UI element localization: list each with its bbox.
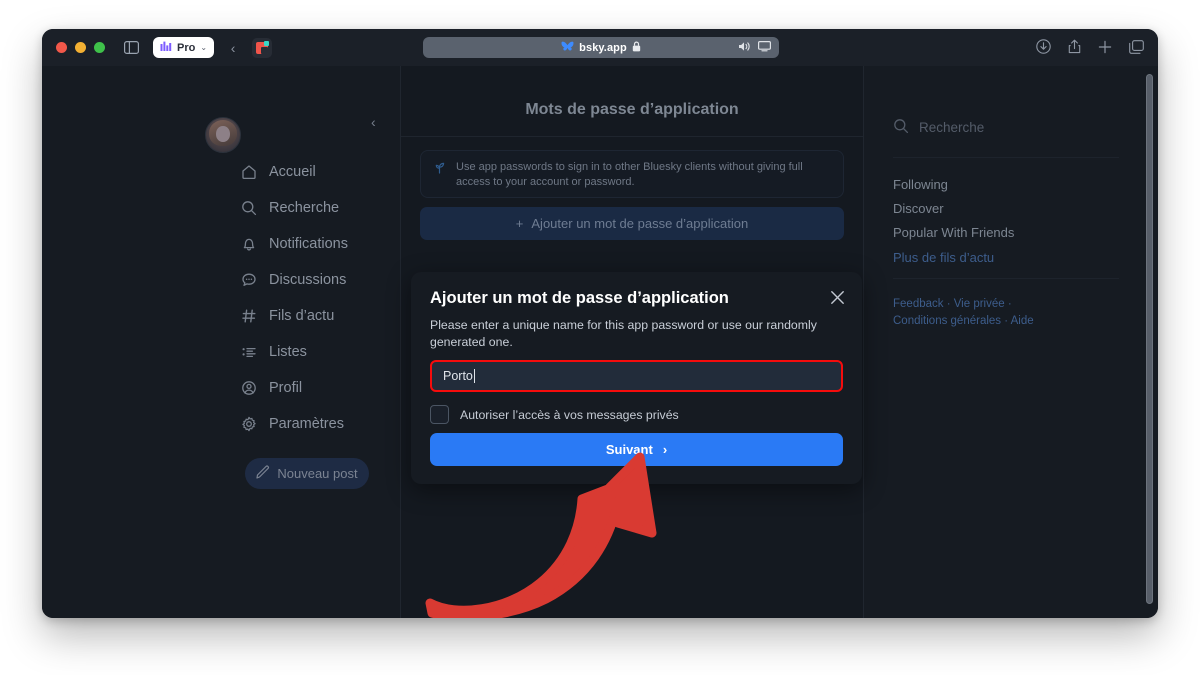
footer-links-line-1[interactable]: Feedback · Vie privée ·	[893, 296, 1123, 314]
sidebar-item-label: Accueil	[269, 164, 316, 180]
page-title: Mots de passe d’application	[525, 101, 739, 118]
bar-chart-icon	[160, 39, 172, 57]
site-app-icon[interactable]	[252, 37, 273, 58]
sidebar-item-listes[interactable]: Listes	[240, 339, 307, 365]
search-icon	[893, 118, 909, 137]
next-button-label: Suivant	[605, 442, 653, 457]
bell-icon	[240, 236, 257, 253]
download-icon[interactable]	[1036, 39, 1051, 56]
browser-titlebar: Pro ⌄ ‹ bsky.app	[42, 29, 1158, 66]
new-tab-icon[interactable]	[1098, 40, 1112, 56]
compose-icon	[256, 465, 270, 482]
pro-tab-pill[interactable]: Pro ⌄	[153, 37, 215, 58]
chevron-down-icon[interactable]: ⌄	[200, 43, 207, 52]
sidebar-item-label: Profil	[269, 380, 303, 396]
add-app-password-label: Ajouter un mot de passe d’application	[531, 216, 749, 231]
sidebar-item-fils-dactu[interactable]: Fils d’actu	[240, 303, 334, 329]
feed-link-popular-with-friends[interactable]: Popular With Friends	[893, 225, 1014, 240]
sound-icon[interactable]	[738, 41, 752, 55]
next-button[interactable]: Suivant ›	[430, 433, 843, 466]
url-bar[interactable]: bsky.app	[423, 37, 779, 58]
right-sidebar-divider-top	[893, 157, 1119, 158]
footer-links-line-2[interactable]: Conditions générales · Aide	[893, 313, 1123, 331]
site-icon-dot	[264, 40, 270, 46]
feed-link-following[interactable]: Following	[893, 177, 948, 192]
right-sidebar: Recherche Following Discover Popular Wit…	[862, 66, 1158, 618]
modal-description: Please enter a unique name for this app …	[430, 318, 817, 350]
sidebar-item-notifications[interactable]: Notifications	[240, 231, 348, 257]
sidebar-item-discussions[interactable]: Discussions	[240, 267, 346, 293]
sidebar-collapse-icon[interactable]: ‹	[371, 114, 376, 130]
close-window-button[interactable]	[56, 42, 67, 53]
gear-icon	[240, 416, 257, 433]
new-post-label: Nouveau post	[277, 466, 358, 481]
sidebar-item-label: Notifications	[269, 236, 348, 252]
left-sidebar: ‹ Accueil Recherche Notifications Discus…	[42, 66, 400, 618]
avatar-face	[216, 126, 230, 142]
feed-link-more-feeds[interactable]: Plus de fils d’actu	[893, 250, 994, 265]
bluesky-butterfly-icon	[561, 41, 574, 54]
url-host-text: bsky.app	[579, 41, 627, 54]
back-chevron-icon[interactable]: ‹	[226, 40, 240, 56]
screen-share-icon[interactable]	[758, 40, 772, 55]
info-banner: Use app passwords to sign in to other Bl…	[420, 150, 844, 198]
page-body: ‹ Accueil Recherche Notifications Discus…	[42, 66, 1158, 618]
sidebar-item-label: Recherche	[269, 200, 340, 216]
sidebar-item-profil[interactable]: Profil	[240, 375, 302, 401]
vertical-scrollbar[interactable]	[1146, 74, 1153, 604]
window-controls[interactable]	[56, 42, 105, 53]
list-icon	[240, 344, 257, 361]
feed-link-discover[interactable]: Discover	[893, 201, 944, 216]
browser-toolbar-actions	[1036, 29, 1144, 66]
screenshot-root: Pro ⌄ ‹ bsky.app ‹ Accueil Recherche Not…	[0, 0, 1200, 675]
add-app-password-button[interactable]: + Ajouter un mot de passe d’application	[420, 207, 844, 240]
right-sidebar-divider-bottom	[893, 278, 1119, 279]
text-caret	[473, 369, 475, 383]
sprout-icon	[433, 161, 446, 177]
pro-tab-label: Pro	[177, 41, 196, 54]
sidebar-item-label: Paramètres	[269, 416, 344, 432]
avatar[interactable]	[205, 117, 241, 153]
chevron-right-icon: ›	[662, 442, 668, 457]
sidebar-item-accueil[interactable]: Accueil	[240, 159, 316, 185]
minimize-window-button[interactable]	[75, 42, 86, 53]
share-icon[interactable]	[1068, 39, 1081, 56]
tabs-icon[interactable]	[1129, 39, 1144, 56]
sidebar-item-label: Listes	[269, 344, 307, 360]
header-divider	[401, 136, 863, 137]
search-input[interactable]: Recherche	[893, 112, 1119, 142]
hash-icon	[240, 308, 257, 325]
close-icon[interactable]	[826, 286, 848, 308]
home-icon	[240, 164, 257, 181]
allow-dm-access-label: Autoriser l’accès à vos messages privés	[460, 407, 679, 422]
app-password-name-input[interactable]: Porto	[430, 360, 843, 392]
url-bar-right-icons	[738, 37, 772, 58]
sidebar-item-parametres[interactable]: Paramètres	[240, 411, 344, 437]
search-placeholder-text: Recherche	[919, 119, 985, 135]
allow-dm-access-checkbox[interactable]	[430, 405, 449, 424]
browser-window: Pro ⌄ ‹ bsky.app ‹ Accueil Recherche Not…	[42, 29, 1158, 618]
search-icon	[240, 200, 257, 217]
new-post-button[interactable]: Nouveau post	[245, 458, 369, 489]
app-password-name-value: Porto	[443, 369, 473, 383]
sidebar-item-label: Fils d’actu	[269, 308, 335, 324]
lock-icon	[632, 41, 641, 55]
modal-title: Ajouter un mot de passe d’application	[430, 289, 729, 307]
maximize-window-button[interactable]	[94, 42, 105, 53]
site-icon-notch	[261, 46, 269, 54]
sidebar-item-label: Discussions	[269, 272, 347, 288]
sidebar-toggle-icon[interactable]	[121, 39, 141, 57]
sidebar-item-recherche[interactable]: Recherche	[240, 195, 339, 221]
info-banner-text: Use app passwords to sign in to other Bl…	[456, 161, 803, 188]
allow-dm-access-checkbox-row[interactable]: Autoriser l’accès à vos messages privés	[430, 405, 679, 424]
chat-icon	[240, 272, 257, 289]
plus-icon: +	[515, 216, 524, 231]
add-app-password-modal: Ajouter un mot de passe d’application Pl…	[411, 272, 862, 484]
profile-icon	[240, 380, 257, 397]
